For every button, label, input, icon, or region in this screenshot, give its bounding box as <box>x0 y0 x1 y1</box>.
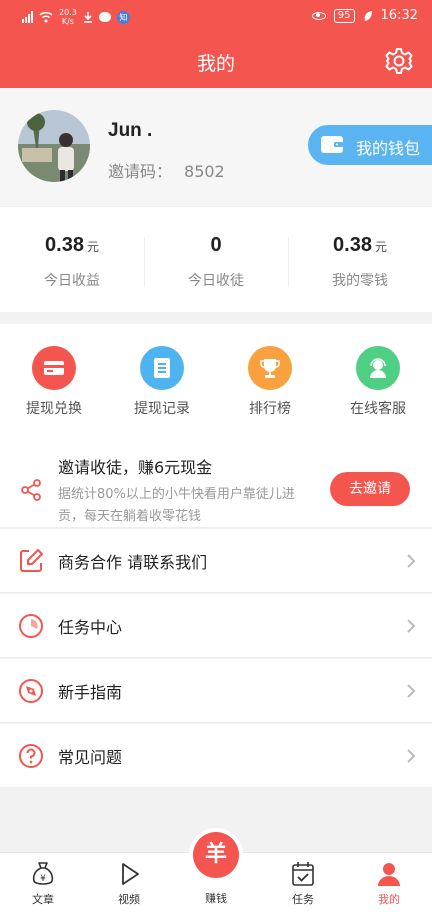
invite-title: 邀请收徒，赚6元现金 <box>58 458 213 477</box>
quick-action-leaderboard[interactable]: 排行榜 <box>216 324 324 434</box>
menu-label: 任务中心 <box>58 618 123 637</box>
quick-action-label: 排行榜 <box>249 401 291 417</box>
message-icon <box>98 12 111 22</box>
clock-time: 16:32 <box>380 8 418 23</box>
stat-value: 0.38 元 <box>0 234 144 257</box>
wallet-button[interactable]: 我的钱包 <box>308 125 432 165</box>
signal-icon <box>22 11 33 23</box>
leaf-icon <box>364 10 372 21</box>
stat-label: 我的零钱 <box>332 273 388 289</box>
tab-label: 文章 <box>32 893 54 906</box>
quick-action-label: 在线客服 <box>350 401 406 417</box>
stat-unit: 元 <box>86 240 99 254</box>
status-left: 20.3 K/s 知 <box>22 8 130 26</box>
records-icon-circle <box>140 346 184 390</box>
network-speed-value: 20.3 <box>59 8 77 17</box>
clock-icon <box>19 614 43 638</box>
header: 我的 <box>0 36 432 88</box>
menu-item-faq[interactable]: 常见问题 <box>0 724 432 788</box>
quick-action-label: 提现记录 <box>134 401 190 417</box>
tab-videos[interactable]: 视频 <box>86 853 172 912</box>
tab-earn[interactable]: 羊 赚钱 <box>173 826 259 912</box>
card-icon <box>44 361 64 375</box>
invite-button[interactable]: 去邀请 <box>330 472 410 506</box>
chevron-right-icon <box>407 554 416 568</box>
download-icon <box>83 12 92 23</box>
wifi-icon <box>39 11 53 23</box>
quick-actions: 提现兑换 提现记录 排行榜 在线客服 <box>0 324 432 434</box>
support-icon <box>370 358 386 378</box>
battery-indicator: 95 <box>333 8 355 23</box>
tab-articles[interactable]: ¥ 文章 <box>0 853 86 912</box>
play-icon <box>122 863 139 885</box>
quick-action-withdraw[interactable]: 提现兑换 <box>0 324 108 434</box>
quick-action-records[interactable]: 提现记录 <box>108 324 216 434</box>
chevron-right-icon <box>407 619 416 633</box>
withdraw-icon-circle <box>32 346 76 390</box>
profile-section: Jun . 邀请码： 8502 我的钱包 <box>0 88 432 206</box>
page-title: 我的 <box>196 53 235 75</box>
menu-label: 商务合作 请联系我们 <box>58 553 208 572</box>
calendar-check-icon <box>292 862 314 886</box>
chevron-right-icon <box>407 684 416 698</box>
menu-label: 新手指南 <box>58 683 123 702</box>
svg-text:¥: ¥ <box>40 874 46 884</box>
money-bag-icon: ¥ <box>32 862 54 885</box>
invite-code-label: 邀请码： <box>108 162 173 181</box>
quick-action-label: 提现兑换 <box>26 401 82 417</box>
stat-number: 0 <box>210 234 222 256</box>
trophy-icon <box>260 359 280 378</box>
stat-today-disciples[interactable]: 0 今日收徒 <box>144 207 288 312</box>
network-speed-unit: K/s <box>61 17 74 26</box>
tab-label: 我的 <box>378 893 400 906</box>
user-icon <box>378 863 400 886</box>
avatar[interactable] <box>18 110 90 182</box>
menu-item-beginner-guide[interactable]: 新手指南 <box>0 659 432 723</box>
tab-mine[interactable]: 我的 <box>346 853 432 912</box>
stat-today-income[interactable]: 0.38 元 今日收益 <box>0 207 144 312</box>
question-icon <box>19 744 43 768</box>
eye-icon <box>311 11 326 20</box>
status-bar: 20.3 K/s 知 95 16:32 <box>0 0 432 36</box>
invite-code-row: 邀请码： 8502 <box>108 158 237 182</box>
earnings-stats: 0.38 元 今日收益 0 今日收徒 0.38 元 我的零钱 <box>0 207 432 312</box>
support-icon-circle <box>356 346 400 390</box>
menu-label: 常见问题 <box>58 748 123 767</box>
earn-icon: 羊 <box>193 832 239 878</box>
gear-icon <box>385 48 413 74</box>
stat-value: 0 <box>144 234 288 257</box>
leaderboard-icon-circle <box>248 346 292 390</box>
stat-label: 今日收徒 <box>188 273 244 289</box>
invite-description: 据统计80%以上的小牛快看用户靠徒儿进贡，每天在躺着收零花钱 <box>58 487 295 524</box>
compass-icon <box>19 679 43 703</box>
zhihu-icon: 知 <box>116 10 130 24</box>
stat-number: 0.38 <box>45 234 84 256</box>
tab-label: 视频 <box>118 893 140 906</box>
wallet-label: 我的钱包 <box>356 139 421 158</box>
network-speed: 20.3 K/s <box>59 8 77 26</box>
tab-label: 赚钱 <box>205 892 227 905</box>
settings-button[interactable] <box>384 46 414 76</box>
wallet-icon <box>321 136 343 153</box>
stat-value: 0.38 元 <box>288 234 432 257</box>
quick-action-support[interactable]: 在线客服 <box>324 324 432 434</box>
edit-icon <box>20 549 43 572</box>
user-name: Jun . <box>108 120 153 141</box>
menu-item-business[interactable]: 商务合作 请联系我们 <box>0 529 432 593</box>
tab-tasks[interactable]: 任务 <box>260 853 346 912</box>
menu-item-task-center[interactable]: 任务中心 <box>0 594 432 658</box>
invite-code-value: 8502 <box>184 162 225 181</box>
list-icon <box>154 358 170 378</box>
status-right: 95 16:32 <box>311 8 418 23</box>
stat-label: 今日收益 <box>44 273 100 289</box>
stat-my-change[interactable]: 0.38 元 我的零钱 <box>288 207 432 312</box>
stat-number: 0.38 <box>333 234 372 256</box>
stat-unit: 元 <box>374 240 387 254</box>
chevron-right-icon <box>407 749 416 763</box>
share-icon <box>21 479 41 501</box>
tab-label: 任务 <box>292 893 314 906</box>
